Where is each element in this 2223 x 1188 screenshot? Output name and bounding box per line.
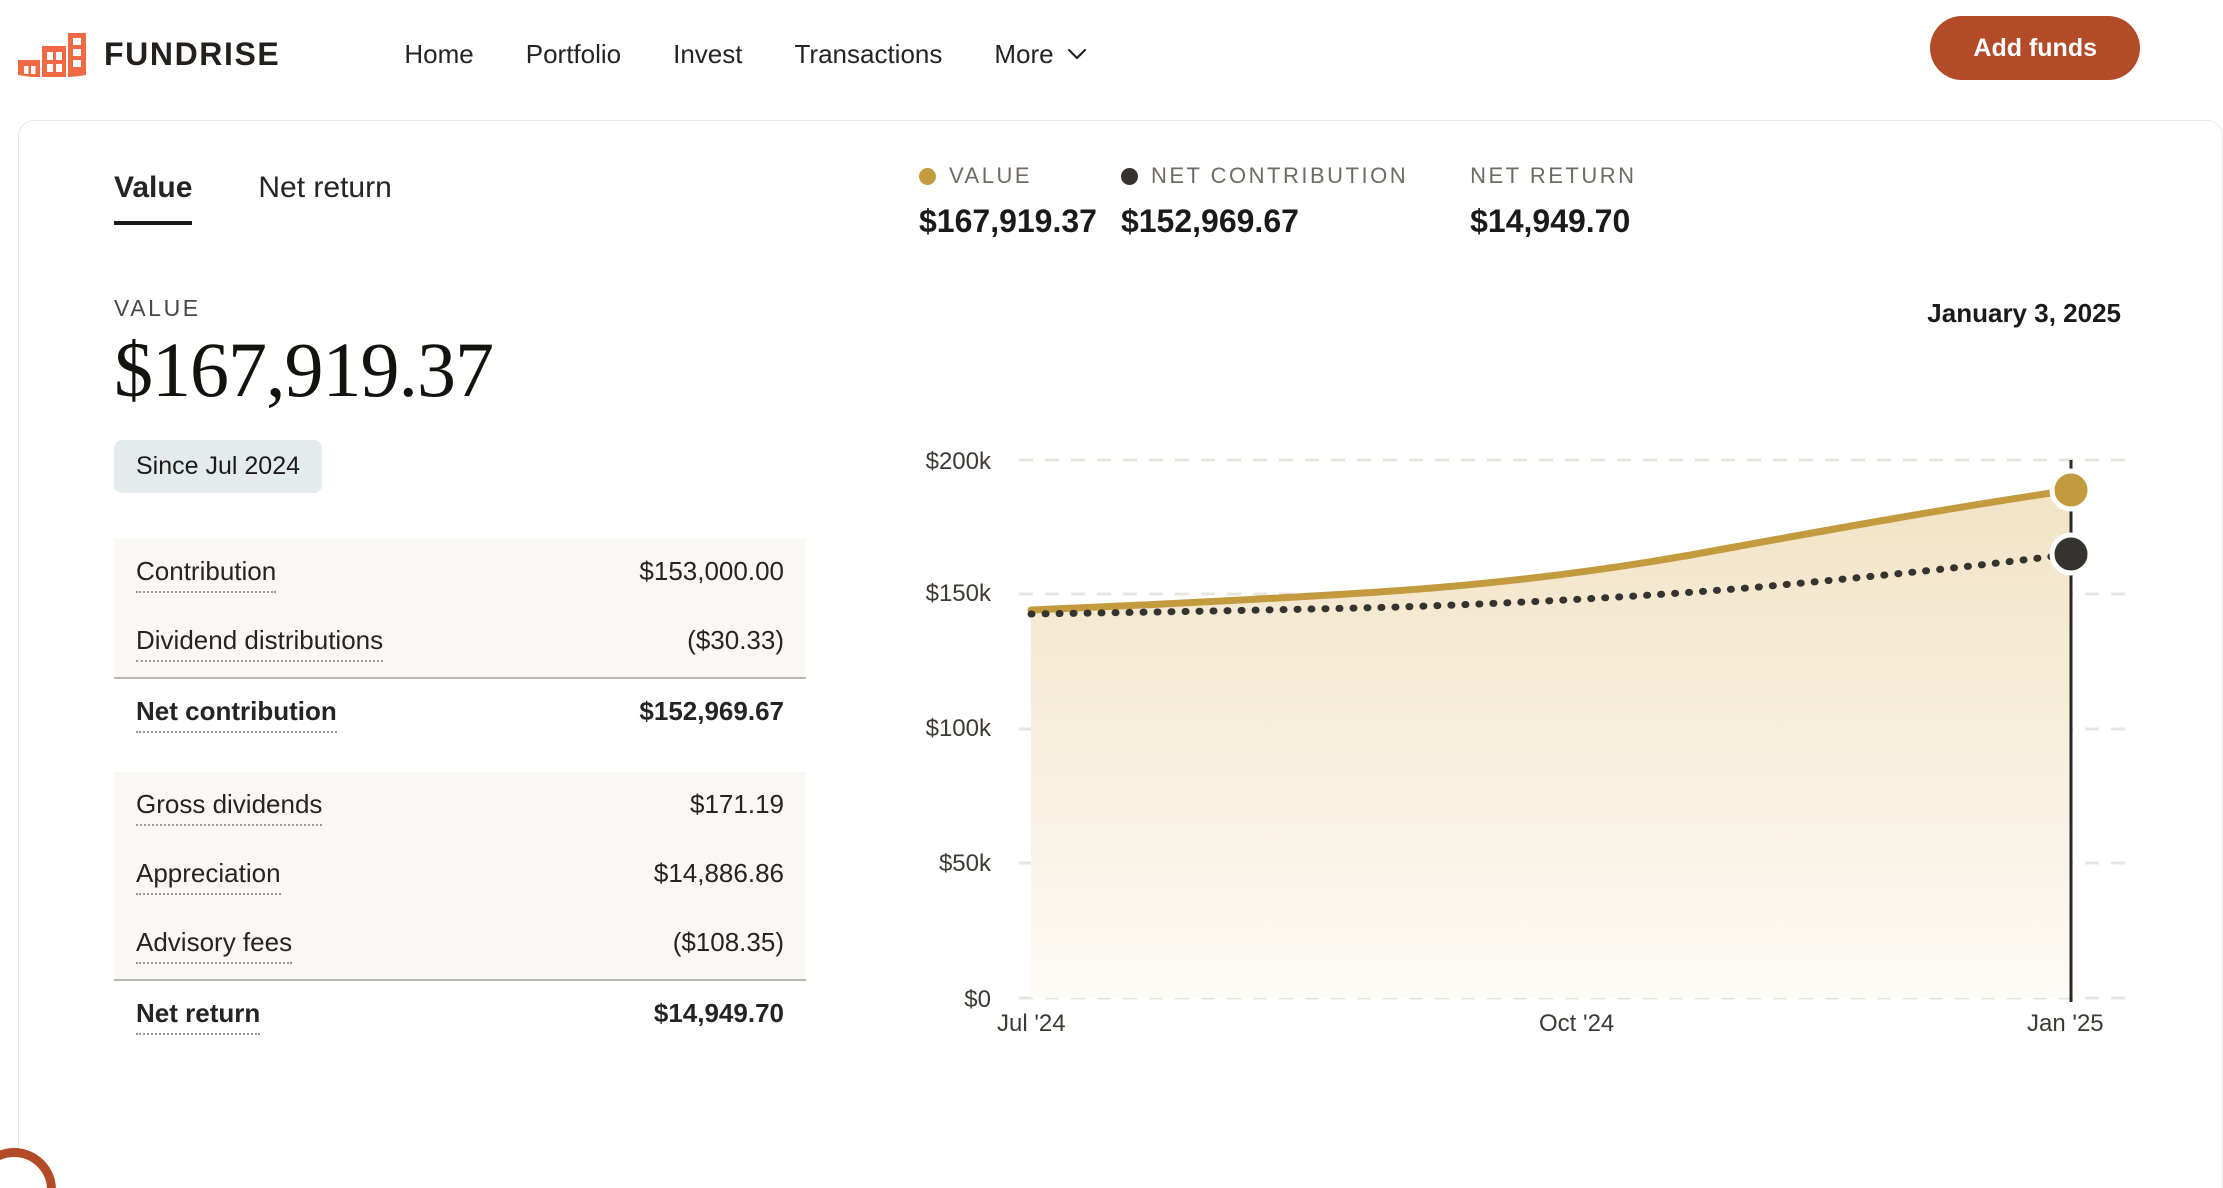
brand-name: FUNDRISE bbox=[104, 35, 281, 72]
fundrise-logo[interactable]: FUNDRISE bbox=[17, 29, 280, 79]
row-value-advisory-fees: ($108.35) bbox=[672, 927, 784, 958]
chevron-down-icon bbox=[1067, 48, 1086, 60]
legend-value-value: $167,919.37 bbox=[919, 203, 1097, 239]
breakdown-table: Contribution $153,000.00 Dividend distri… bbox=[114, 539, 806, 1051]
x-axis-tick-jan25: Jan '25 bbox=[2027, 1010, 2104, 1037]
nav-item-transactions[interactable]: Transactions bbox=[769, 39, 969, 70]
top-navigation-bar: FUNDRISE Home Portfolio Invest Transacti… bbox=[0, 0, 2223, 108]
legend-dot-value-icon bbox=[919, 167, 936, 185]
legend-item-value: VALUE $167,919.37 bbox=[919, 163, 1097, 240]
legend-item-net-return: NET RETURN $14,949.70 bbox=[1470, 163, 1636, 240]
chart-plot-area bbox=[1019, 458, 2129, 1002]
legend-item-net-contribution: NET CONTRIBUTION $152,969.67 bbox=[1120, 163, 1409, 240]
legend-dot-net-contribution-icon bbox=[1120, 167, 1138, 185]
performance-tabs: Value Net return bbox=[114, 171, 829, 225]
row-label-contribution[interactable]: Contribution bbox=[136, 556, 277, 594]
tab-value[interactable]: Value bbox=[114, 171, 193, 225]
performance-summary-panel: Value Net return VALUE $167,919.37 Since… bbox=[114, 171, 829, 1051]
row-value-gross-dividends: $171.19 bbox=[690, 789, 784, 820]
add-funds-button[interactable]: Add funds bbox=[1930, 16, 2140, 80]
value-caption: VALUE bbox=[114, 295, 201, 321]
nav-item-more[interactable]: More bbox=[968, 39, 1112, 70]
x-axis-tick-oct24: Oct '24 bbox=[1539, 1010, 1615, 1037]
row-value-net-contribution: $152,969.67 bbox=[639, 696, 784, 727]
tab-net-return[interactable]: Net return bbox=[258, 171, 391, 225]
performance-chart[interactable]: January 3, 2025 $200k $150k $100k $50k $… bbox=[919, 298, 2159, 1037]
nav-item-invest[interactable]: Invest bbox=[647, 39, 768, 70]
table-row: Dividend distributions ($30.33) bbox=[114, 608, 806, 677]
nav-item-more-label: More bbox=[994, 38, 1054, 69]
fundrise-buildings-icon bbox=[18, 33, 86, 79]
nav-item-portfolio[interactable]: Portfolio bbox=[500, 39, 647, 70]
chart-panel: VALUE $167,919.37 NET CONTRIBUTION $152,… bbox=[919, 163, 2159, 1037]
chart-marker-value bbox=[2049, 468, 2093, 512]
legend-label-net-return: NET RETURN bbox=[1470, 163, 1637, 188]
main-nav: Home Portfolio Invest Transactions More bbox=[378, 39, 1112, 70]
table-row: Appreciation $14,886.86 bbox=[114, 841, 806, 910]
table-row: Gross dividends $171.19 bbox=[114, 772, 806, 841]
portfolio-page: FUNDRISE Home Portfolio Invest Transacti… bbox=[0, 0, 2223, 1188]
chart-legend: VALUE $167,919.37 NET CONTRIBUTION $152,… bbox=[919, 163, 2159, 240]
row-label-net-contribution[interactable]: Net contribution bbox=[136, 696, 337, 734]
nav-item-home[interactable]: Home bbox=[378, 39, 499, 70]
row-label-appreciation[interactable]: Appreciation bbox=[136, 858, 281, 896]
table-row: Contribution $153,000.00 bbox=[114, 539, 806, 608]
breakdown-spacer bbox=[114, 748, 806, 773]
breakdown-group-return: Gross dividends $171.19 Appreciation $14… bbox=[114, 772, 806, 980]
row-label-dividend-distributions[interactable]: Dividend distributions bbox=[136, 625, 384, 663]
chart-area-value bbox=[1031, 490, 2071, 998]
row-label-net-return[interactable]: Net return bbox=[136, 998, 261, 1036]
row-value-appreciation: $14,886.86 bbox=[653, 858, 784, 889]
table-row-total-net-return: Net return $14,949.70 bbox=[114, 979, 806, 1051]
table-row-total-net-contribution: Net contribution $152,969.67 bbox=[114, 677, 806, 749]
legend-label-net-contribution: NET CONTRIBUTION bbox=[1150, 163, 1409, 188]
row-label-gross-dividends[interactable]: Gross dividends bbox=[136, 789, 323, 827]
chart-marker-net-contribution bbox=[2049, 532, 2093, 576]
row-value-contribution: $153,000.00 bbox=[639, 556, 784, 587]
portfolio-performance-card: Value Net return VALUE $167,919.37 Since… bbox=[18, 120, 2223, 1188]
legend-label-value: VALUE bbox=[949, 163, 1033, 188]
legend-value-net-contribution: $152,969.67 bbox=[1120, 203, 1299, 239]
legend-value-net-return: $14,949.70 bbox=[1470, 203, 1631, 239]
since-badge: Since Jul 2024 bbox=[114, 440, 323, 494]
row-value-dividend-distributions: ($30.33) bbox=[687, 625, 784, 656]
row-label-advisory-fees[interactable]: Advisory fees bbox=[136, 927, 293, 965]
breakdown-group-contribution: Contribution $153,000.00 Dividend distri… bbox=[114, 539, 806, 678]
chart-annotation-date: January 3, 2025 bbox=[1927, 298, 2121, 328]
table-row: Advisory fees ($108.35) bbox=[114, 910, 806, 979]
x-axis-tick-jul24: Jul '24 bbox=[997, 1010, 1066, 1037]
value-amount: $167,919.37 bbox=[114, 326, 494, 413]
row-value-net-return: $14,949.70 bbox=[653, 998, 784, 1029]
